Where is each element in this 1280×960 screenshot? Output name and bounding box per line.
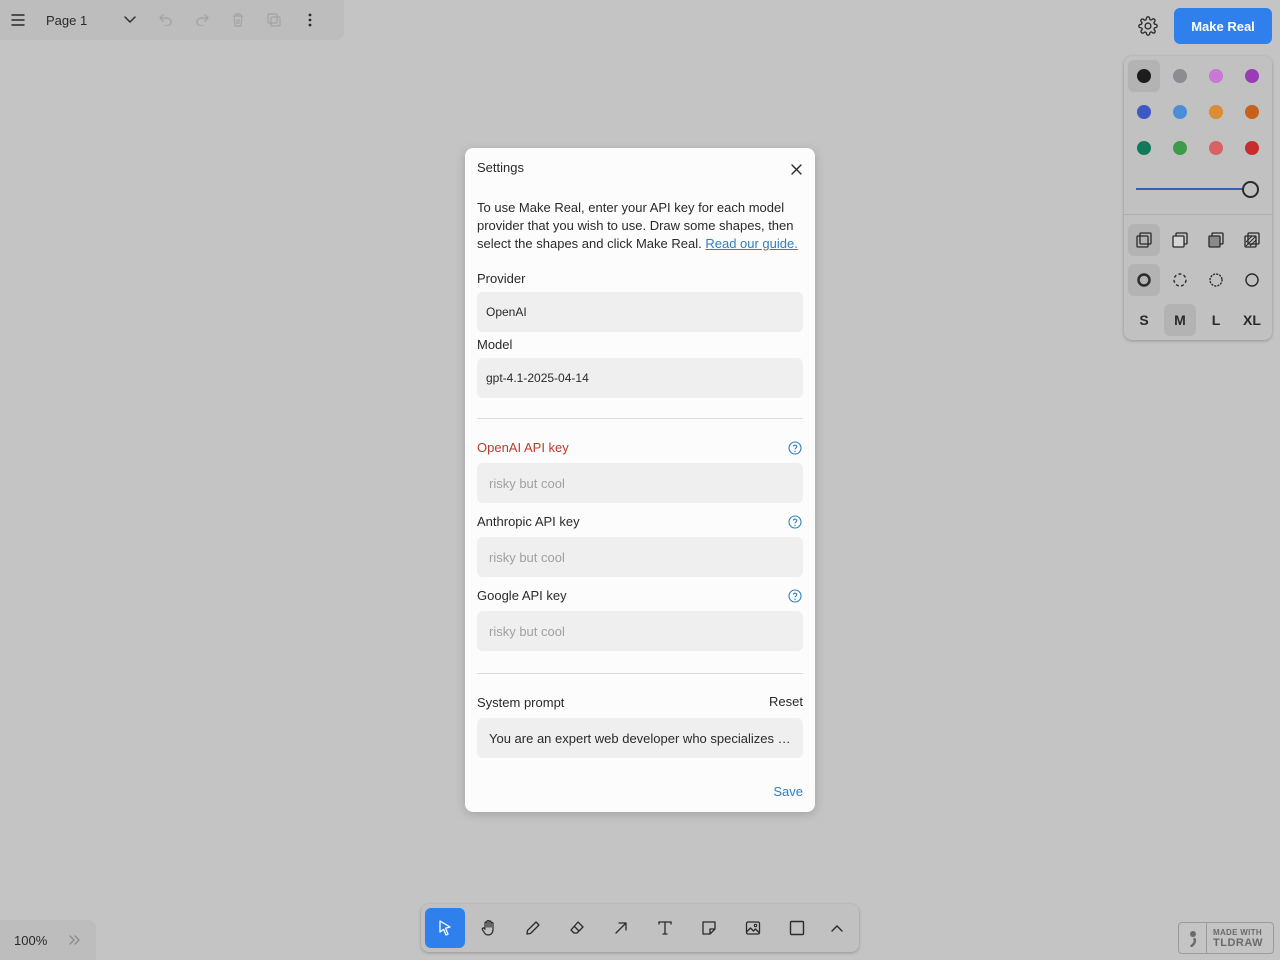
more-vertical-icon[interactable] xyxy=(292,0,328,40)
openai-key-label: OpenAI API key xyxy=(477,440,569,455)
redo-icon[interactable] xyxy=(184,0,220,40)
help-icon[interactable] xyxy=(788,441,802,455)
tldraw-logo-icon xyxy=(1179,923,1207,953)
help-icon[interactable] xyxy=(788,515,802,529)
provider-select[interactable]: OpenAI xyxy=(477,292,803,332)
color-dot xyxy=(1173,69,1187,83)
size-xl-button[interactable]: XL xyxy=(1236,304,1268,336)
color-dot xyxy=(1245,141,1259,155)
color-swatch[interactable] xyxy=(1200,60,1232,92)
opacity-slider-track[interactable] xyxy=(1136,188,1248,190)
page-menu: Page 1 xyxy=(0,0,344,40)
color-swatch[interactable] xyxy=(1128,60,1160,92)
dash-dotted-icon[interactable] xyxy=(1200,264,1232,296)
style-panel: S M L XL xyxy=(1124,56,1272,340)
make-real-button[interactable]: Make Real xyxy=(1174,8,1272,44)
color-swatch[interactable] xyxy=(1200,96,1232,128)
model-label: Model xyxy=(477,337,513,352)
fill-pattern-icon[interactable] xyxy=(1236,224,1268,256)
system-prompt-label: System prompt xyxy=(477,695,565,710)
arrow-icon[interactable] xyxy=(601,908,641,948)
fill-none-icon[interactable] xyxy=(1128,224,1160,256)
size-s-button[interactable]: S xyxy=(1128,304,1160,336)
color-swatch[interactable] xyxy=(1164,96,1196,128)
note-icon[interactable] xyxy=(689,908,729,948)
close-icon[interactable] xyxy=(785,158,807,180)
color-dot xyxy=(1173,105,1187,119)
rectangle-icon[interactable] xyxy=(777,908,817,948)
opacity-slider-handle[interactable] xyxy=(1242,181,1259,198)
select-icon[interactable] xyxy=(425,908,465,948)
undo-icon[interactable] xyxy=(148,0,184,40)
google-key-label: Google API key xyxy=(477,588,567,603)
divider xyxy=(477,673,803,674)
fill-solid-icon[interactable] xyxy=(1200,224,1232,256)
dash-dashed-icon[interactable] xyxy=(1164,264,1196,296)
draw-icon[interactable] xyxy=(513,908,553,948)
size-l-button[interactable]: L xyxy=(1200,304,1232,336)
tool-bar xyxy=(421,904,859,952)
settings-dialog: Settings To use Make Real, enter your AP… xyxy=(465,148,815,812)
color-swatch[interactable] xyxy=(1164,60,1196,92)
hamburger-icon[interactable] xyxy=(0,0,36,40)
system-prompt-input[interactable]: You are an expert web developer who spec… xyxy=(477,718,803,758)
color-swatch[interactable] xyxy=(1164,132,1196,164)
color-dot xyxy=(1173,141,1187,155)
image-icon[interactable] xyxy=(733,908,773,948)
openai-key-input[interactable] xyxy=(477,463,803,503)
fill-semi-icon[interactable] xyxy=(1164,224,1196,256)
color-dot xyxy=(1209,105,1223,119)
badge-line-2: TLDRAW xyxy=(1213,937,1264,949)
zoom-menu: 100% xyxy=(0,920,96,960)
color-swatch[interactable] xyxy=(1236,60,1268,92)
reset-button[interactable]: Reset xyxy=(757,694,803,709)
gear-icon[interactable] xyxy=(1130,8,1166,44)
size-m-button[interactable]: M xyxy=(1164,304,1196,336)
color-dot xyxy=(1137,105,1151,119)
badge-text: MADE WITH TLDRAW xyxy=(1207,927,1263,949)
trash-icon[interactable] xyxy=(220,0,256,40)
color-swatch[interactable] xyxy=(1236,96,1268,128)
dash-solid-icon[interactable] xyxy=(1236,264,1268,296)
provider-label: Provider xyxy=(477,271,526,286)
save-button[interactable]: Save xyxy=(755,784,803,799)
chevron-up-icon[interactable] xyxy=(817,908,857,948)
chevrons-right-icon[interactable] xyxy=(62,920,88,960)
guide-link[interactable]: Read our guide. xyxy=(705,236,798,251)
dash-draw-icon[interactable] xyxy=(1128,264,1160,296)
google-key-input[interactable] xyxy=(477,611,803,651)
color-swatch[interactable] xyxy=(1200,132,1232,164)
model-select[interactable]: gpt-4.1-2025-04-14 xyxy=(477,358,803,398)
color-dot xyxy=(1245,105,1259,119)
color-swatch[interactable] xyxy=(1128,132,1160,164)
dialog-title: Settings xyxy=(477,160,524,175)
made-with-tldraw-badge[interactable]: MADE WITH TLDRAW xyxy=(1178,922,1274,954)
color-dot xyxy=(1209,69,1223,83)
chevron-down-icon[interactable] xyxy=(112,0,148,40)
color-dot xyxy=(1209,141,1223,155)
color-swatch[interactable] xyxy=(1128,96,1160,128)
dialog-intro: To use Make Real, enter your API key for… xyxy=(477,199,807,253)
anthropic-key-input[interactable] xyxy=(477,537,803,577)
text-icon[interactable] xyxy=(645,908,685,948)
anthropic-key-label: Anthropic API key xyxy=(477,514,580,529)
color-swatch[interactable] xyxy=(1236,132,1268,164)
help-icon[interactable] xyxy=(788,589,802,603)
hand-icon[interactable] xyxy=(469,908,509,948)
divider xyxy=(477,418,803,419)
zoom-level[interactable]: 100% xyxy=(0,933,62,948)
system-prompt-text: You are an expert web developer who spec… xyxy=(489,730,791,746)
color-dot xyxy=(1137,69,1151,83)
color-dot xyxy=(1137,141,1151,155)
eraser-icon[interactable] xyxy=(557,908,597,948)
page-name[interactable]: Page 1 xyxy=(36,13,112,28)
duplicate-icon[interactable] xyxy=(256,0,292,40)
color-dot xyxy=(1245,69,1259,83)
panel-divider xyxy=(1124,214,1272,215)
